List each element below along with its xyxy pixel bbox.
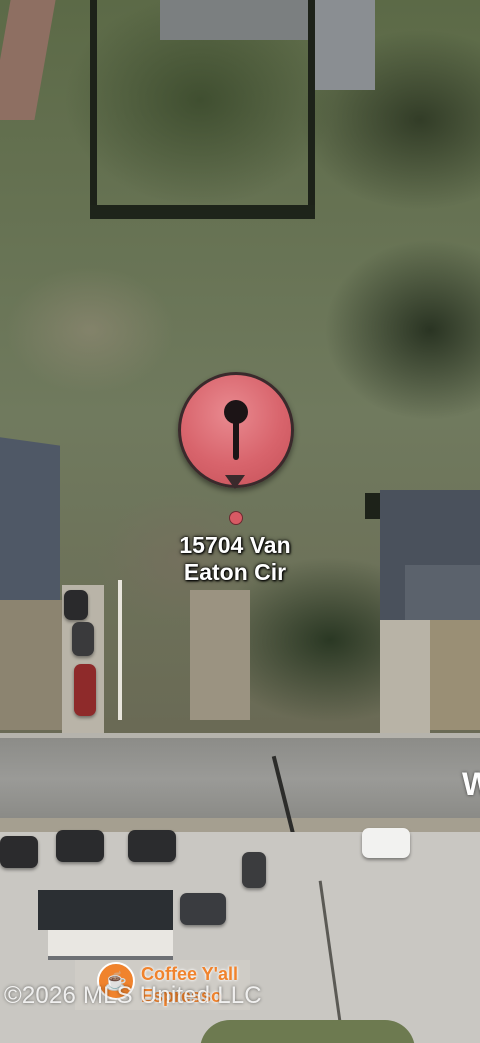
copyright-watermark: ©2026 MLS United LLC <box>4 982 262 1009</box>
car <box>0 836 38 868</box>
car <box>362 828 410 858</box>
car <box>72 622 94 656</box>
address-label[interactable]: 15704 Van Eaton Cir <box>135 532 335 586</box>
property-marker[interactable] <box>178 372 296 490</box>
address-line: Eaton Cir <box>183 559 287 585</box>
car <box>180 893 226 925</box>
utility-pole <box>118 580 122 720</box>
car <box>242 852 266 888</box>
car <box>74 664 96 716</box>
location-dot <box>229 511 243 525</box>
car <box>128 830 176 862</box>
building <box>48 930 173 960</box>
pin-icon <box>224 400 248 460</box>
satellite-map[interactable]: W 15704 Van Eaton Cir ☕ Coffee Y'all Esp… <box>0 0 480 1043</box>
driveway <box>380 620 430 735</box>
grass-median <box>200 1020 415 1043</box>
house-roof <box>315 0 375 90</box>
fence <box>308 0 315 215</box>
house-roof <box>160 0 310 40</box>
car <box>56 830 104 862</box>
fence <box>90 0 97 215</box>
fence <box>90 205 315 219</box>
car <box>64 590 88 620</box>
address-line: 15704 Van <box>179 532 291 558</box>
yard <box>430 620 480 730</box>
vacant-lot <box>190 590 250 720</box>
yard <box>0 600 62 730</box>
road <box>0 738 480 820</box>
house-roof <box>405 565 480 620</box>
street-label: W <box>462 766 480 802</box>
house-roof <box>0 434 60 616</box>
house-roof <box>0 0 56 120</box>
building-roof <box>38 890 173 930</box>
